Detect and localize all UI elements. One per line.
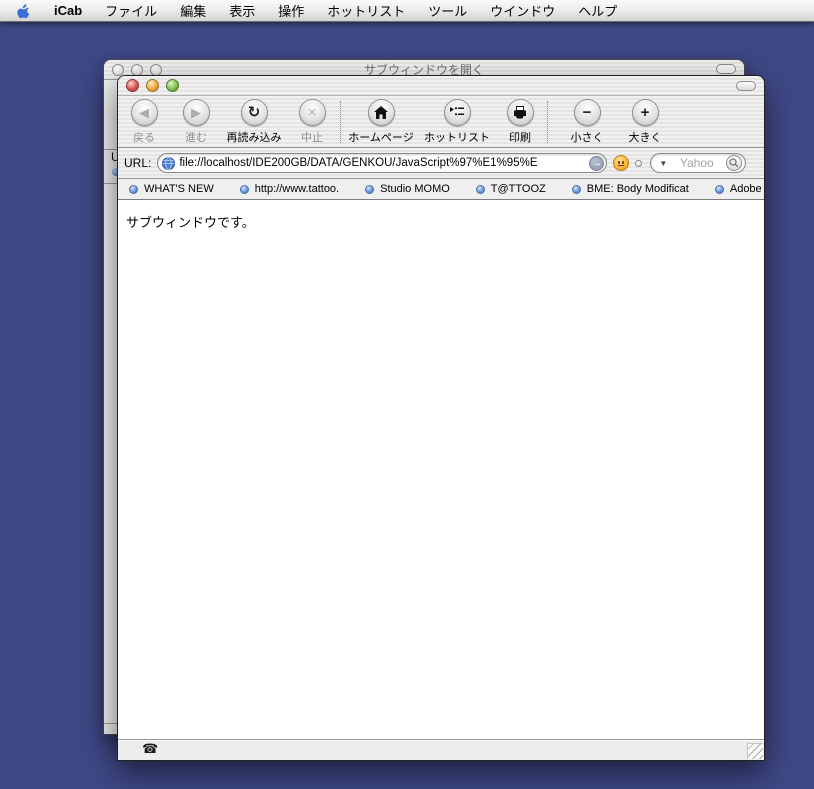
- bookmark-label: WHAT'S NEW: [144, 183, 214, 195]
- zoom-button[interactable]: [166, 79, 179, 92]
- collapse-button[interactable]: [736, 81, 756, 91]
- menu-item-edit[interactable]: 編集: [180, 1, 206, 20]
- print-button[interactable]: 印刷: [495, 98, 545, 145]
- larger-button[interactable]: + 大きく: [616, 98, 674, 145]
- apple-menu[interactable]: [16, 3, 31, 19]
- bookmark-label: BME: Body Modificat: [586, 183, 689, 195]
- menu-item-help[interactable]: ヘルプ: [578, 1, 617, 20]
- page-content: サブウィンドウです。: [118, 200, 764, 739]
- bookmark-sphere-icon: [129, 184, 138, 194]
- search-engine-label: Yahoo: [679, 156, 714, 170]
- forward-label: 進む: [185, 131, 207, 144]
- menu-item-tools[interactable]: ツール: [428, 1, 467, 20]
- menu-item-window[interactable]: ウインドウ: [490, 1, 555, 20]
- apple-icon: [17, 3, 30, 18]
- hotlist-label: ホットリスト: [424, 131, 490, 144]
- menu-bar: iCab ファイル 編集 表示 操作 ホットリスト ツール ウインドウ ヘルプ: [0, 0, 814, 22]
- menu-item-hotlist[interactable]: ホットリスト: [327, 1, 405, 20]
- print-icon: [514, 105, 526, 118]
- close-button[interactable]: [126, 79, 139, 92]
- bookmark-sphere-icon: [475, 184, 485, 194]
- inactive-collapse-button[interactable]: [716, 64, 736, 74]
- reload-icon: ↻: [247, 103, 261, 121]
- minus-icon: −: [582, 103, 592, 121]
- stop-label: 中止: [301, 131, 323, 144]
- print-label: 印刷: [509, 131, 531, 144]
- bookmark-item[interactable]: WHAT'S NEW: [129, 183, 214, 195]
- smaller-button[interactable]: − 小さく: [558, 98, 616, 145]
- toolbar: ◀ 戻る ▶ 進む ↻ 再読み込み × 中止 ホームページ ホットリスト 印刷 …: [118, 96, 764, 148]
- chevron-down-icon[interactable]: ▼: [659, 159, 667, 168]
- bookmark-sphere-icon: [571, 184, 581, 194]
- search-field[interactable]: ▼ Yahoo: [650, 153, 747, 173]
- bookmark-sphere-icon: [365, 184, 375, 194]
- desktop: iCab ファイル 編集 表示 操作 ホットリスト ツール ウインドウ ヘルプ …: [0, 0, 814, 789]
- browser-window-titlebar[interactable]: [118, 76, 764, 96]
- menu-item-file[interactable]: ファイル: [105, 1, 157, 20]
- status-bar: ☎: [118, 739, 764, 760]
- back-arrow-icon: ◀: [139, 104, 149, 120]
- bookmark-sphere-icon: [714, 184, 724, 194]
- stop-button[interactable]: × 中止: [286, 98, 338, 145]
- bookmark-label: http://www.tattoo.: [254, 183, 340, 195]
- menu-item-icab[interactable]: iCab: [54, 3, 82, 18]
- home-button[interactable]: ホームページ: [343, 98, 419, 145]
- go-button[interactable]: →: [589, 155, 605, 171]
- magnifier-icon: [729, 158, 739, 168]
- browser-window: ◀ 戻る ▶ 進む ↻ 再読み込み × 中止 ホームページ ホットリスト 印刷 …: [117, 75, 765, 761]
- back-label: 戻る: [133, 131, 155, 144]
- smiley-mouth: [618, 164, 625, 166]
- menu-item-action[interactable]: 操作: [278, 1, 304, 20]
- forward-button[interactable]: ▶ 進む: [170, 98, 222, 145]
- phone-icon[interactable]: ☎: [142, 741, 158, 757]
- larger-label: 大きく: [628, 131, 662, 144]
- forward-arrow-icon: ▶: [191, 104, 201, 120]
- bookmark-item[interactable]: T@TTOOZ: [475, 183, 546, 195]
- smiley-status-icon[interactable]: [613, 155, 630, 171]
- toolbar-divider: [340, 100, 341, 143]
- page-text: サブウィンドウです。: [126, 215, 255, 230]
- status-dot-icon: [635, 159, 643, 167]
- bookmarks-bar: WHAT'S NEW http://www.tattoo. Studio MOM…: [118, 179, 764, 200]
- bookmark-item[interactable]: http://www.tattoo.: [239, 183, 340, 195]
- bookmark-item[interactable]: Studio MOMO: [365, 183, 450, 195]
- plus-icon: +: [640, 103, 650, 121]
- reload-label: 再読み込み: [226, 131, 282, 144]
- search-button[interactable]: [726, 155, 743, 171]
- bookmark-label: Adobe Sol: [729, 183, 764, 195]
- url-field[interactable]: →: [157, 153, 608, 173]
- toolbar-divider: [547, 100, 548, 143]
- resize-grip[interactable]: [747, 743, 763, 759]
- globe-icon: [162, 156, 176, 170]
- smaller-label: 小さく: [570, 131, 604, 144]
- minimize-button[interactable]: [146, 79, 159, 92]
- bookmark-sphere-icon: [239, 184, 249, 194]
- back-button[interactable]: ◀ 戻る: [118, 98, 170, 145]
- bookmark-label: T@TTOOZ: [490, 183, 546, 195]
- menu-item-view[interactable]: 表示: [229, 1, 255, 20]
- bookmark-item[interactable]: BME: Body Modificat: [571, 183, 689, 195]
- reload-button[interactable]: ↻ 再読み込み: [222, 98, 286, 145]
- url-bar: URL: → ▼ Yahoo: [118, 148, 764, 179]
- home-icon: [374, 105, 388, 119]
- home-label: ホームページ: [348, 131, 414, 144]
- hotlist-icon: [450, 107, 464, 116]
- bookmark-label: Studio MOMO: [380, 183, 450, 195]
- stop-icon: ×: [307, 103, 317, 121]
- hotlist-button[interactable]: ホットリスト: [419, 98, 495, 145]
- url-label: URL:: [124, 156, 152, 170]
- url-input[interactable]: [179, 157, 586, 169]
- bookmark-item[interactable]: Adobe Sol: [714, 183, 764, 195]
